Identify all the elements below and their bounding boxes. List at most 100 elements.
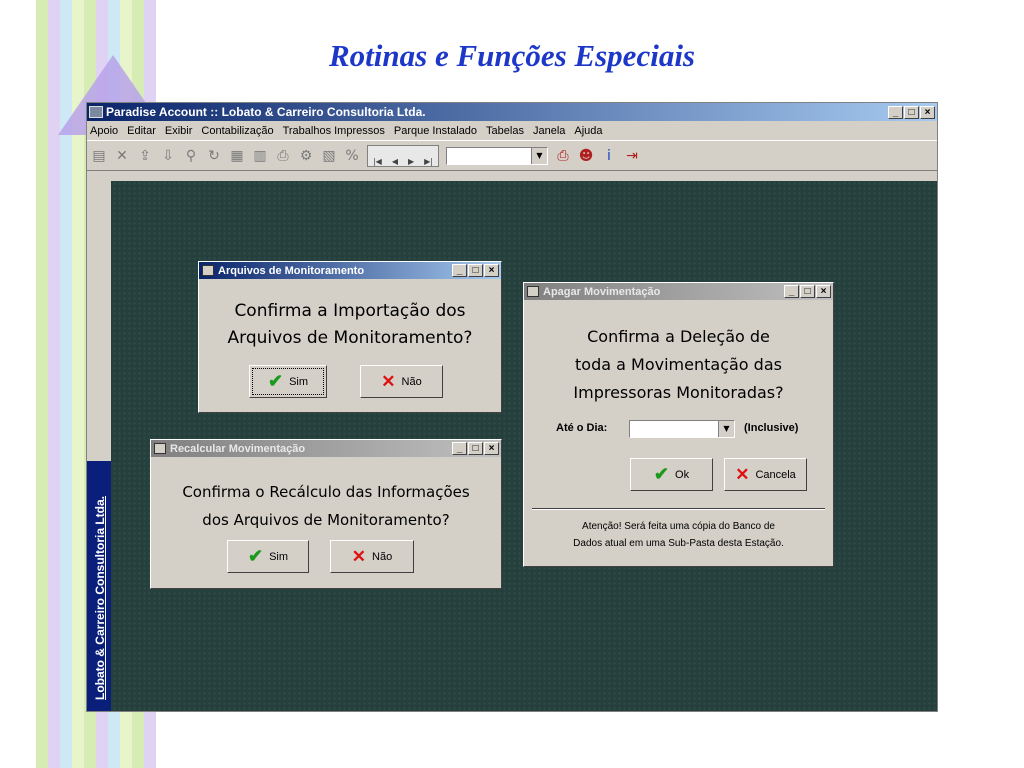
app-titlebar: Paradise Account :: Lobato & Carreiro Co…	[87, 103, 937, 121]
save-icon[interactable]: ▤	[91, 148, 107, 164]
menu-janela[interactable]: Janela	[533, 125, 565, 137]
last-record-icon[interactable]: ▶|	[424, 157, 433, 166]
chart-icon[interactable]: ▧	[321, 148, 337, 164]
close-button[interactable]: ×	[816, 285, 831, 298]
minimize-button[interactable]: _	[888, 105, 903, 119]
yes-button[interactable]: ✔ Sim	[227, 540, 309, 573]
check-icon: ✔	[267, 371, 284, 391]
no-label: Não	[401, 375, 422, 388]
message-line-1: Confirma a Deleção de	[587, 327, 770, 346]
user-icon[interactable]: ☻	[578, 148, 594, 164]
dialog-window-controls: _ □ ×	[784, 285, 833, 298]
app-title: Paradise Account :: Lobato & Carreiro Co…	[106, 105, 426, 119]
maximize-button[interactable]: □	[904, 105, 919, 119]
message-line-2: toda a Movimentação das	[575, 355, 782, 374]
menu-trabalhos-impressos[interactable]: Trabalhos Impressos	[283, 125, 385, 137]
note-line-1: Atenção! Será feita uma cópia do Banco d…	[582, 521, 775, 532]
menu-editar[interactable]: Editar	[127, 125, 156, 137]
info-icon[interactable]: i	[601, 148, 617, 164]
message-line-1: Confirma a Importação dos	[234, 301, 466, 321]
menu-bar: Apoio Editar Exibir Contabilização Traba…	[87, 121, 937, 140]
menu-exibir[interactable]: Exibir	[165, 125, 193, 137]
delete-icon[interactable]: ✕	[114, 148, 130, 164]
chevron-down-icon[interactable]: ▼	[718, 421, 734, 437]
printer-icon[interactable]: ⎙	[555, 148, 571, 164]
mdi-client-area: Lobato & Carreiro Consultoria Ltda. Arqu…	[87, 181, 937, 711]
toolbar-combo[interactable]: ▼	[446, 146, 548, 165]
x-icon: ✕	[381, 371, 396, 391]
date-select[interactable]: ▼	[629, 420, 735, 438]
exit-icon[interactable]: ⇥	[624, 148, 640, 164]
settings-icon[interactable]: ⚙	[298, 148, 314, 164]
close-button[interactable]: ×	[484, 264, 499, 277]
dialog-message: Confirma a Importação dos Arquivos de Mo…	[199, 298, 501, 352]
maximize-button[interactable]: □	[800, 285, 815, 298]
message-line-2: Arquivos de Monitoramento?	[227, 328, 473, 348]
no-button[interactable]: ✕ Não	[360, 365, 443, 398]
dialog-icon	[202, 265, 214, 276]
refresh-icon[interactable]: ↻	[206, 148, 222, 164]
dialog-titlebar: Recalcular Movimentação _ □ ×	[151, 440, 501, 457]
maximize-button[interactable]: □	[468, 442, 483, 455]
calc-icon[interactable]: ▥	[252, 148, 268, 164]
dialog-icon	[527, 286, 539, 297]
dialog-title: Arquivos de Monitoramento	[218, 264, 365, 277]
prev-record-icon[interactable]: ◀	[392, 157, 398, 166]
side-strip: Lobato & Carreiro Consultoria Ltda.	[87, 181, 111, 711]
dialog-title: Recalcular Movimentação	[170, 442, 306, 455]
dialog-recalcular-movimentacao: Recalcular Movimentação _ □ × Confirma o…	[150, 439, 502, 589]
next-record-icon[interactable]: ▶	[408, 157, 414, 166]
minimize-button[interactable]: _	[452, 442, 467, 455]
message-line-2: dos Arquivos de Monitoramento?	[202, 511, 450, 529]
menu-contabilizacao[interactable]: Contabilização	[201, 125, 273, 137]
find-icon[interactable]: ⚲	[183, 148, 199, 164]
no-button[interactable]: ✕ Não	[330, 540, 414, 573]
dialog-title: Apagar Movimentação	[543, 285, 661, 298]
menu-ajuda[interactable]: Ajuda	[574, 125, 602, 137]
menu-apoio[interactable]: Apoio	[90, 125, 118, 137]
menu-tabelas[interactable]: Tabelas	[486, 125, 524, 137]
toolbar: ▤ ✕ ⇪ ⇩ ⚲ ↻ ▦ ▥ ⎙ ⚙ ▧ % |◀ ◀ ▶ ▶| ▼ ⎙ ☻ …	[87, 140, 937, 171]
chevron-down-icon[interactable]: ▼	[531, 147, 547, 164]
ok-label: Ok	[675, 468, 690, 481]
dialog-arquivos-monitoramento: Arquivos de Monitoramento _ □ × Confirma…	[198, 261, 502, 413]
print-icon[interactable]: ⎙	[275, 148, 291, 164]
no-label: Não	[372, 550, 393, 563]
x-icon: ✕	[735, 464, 750, 484]
yes-button[interactable]: ✔ Sim	[249, 365, 327, 398]
first-record-icon[interactable]: |◀	[373, 157, 382, 166]
app-icon	[89, 106, 103, 118]
record-navigator[interactable]: |◀ ◀ ▶ ▶|	[367, 144, 439, 167]
maximize-button[interactable]: □	[468, 264, 483, 277]
cancel-button[interactable]: ✕ Cancela	[724, 458, 807, 491]
dialog-titlebar: Apagar Movimentação _ □ ×	[524, 283, 833, 300]
message-line-1: Confirma o Recálculo das Informações	[182, 483, 470, 501]
side-label: Lobato & Carreiro Consultoria Ltda.	[93, 496, 107, 701]
check-icon: ✔	[247, 546, 264, 566]
dialog-icon	[154, 443, 166, 454]
percent-icon[interactable]: %	[344, 148, 360, 164]
dialog-message: Confirma a Deleção de toda a Movimentaçã…	[524, 323, 833, 407]
close-button[interactable]: ×	[484, 442, 499, 455]
grid-icon[interactable]: ▦	[229, 148, 245, 164]
yes-label: Sim	[269, 550, 289, 563]
menu-parque-instalado[interactable]: Parque Instalado	[394, 125, 477, 137]
cancel-label: Cancela	[755, 468, 796, 481]
minimize-button[interactable]: _	[452, 264, 467, 277]
close-button[interactable]: ×	[920, 105, 935, 119]
dialog-window-controls: _ □ ×	[452, 442, 501, 455]
app-window: Paradise Account :: Lobato & Carreiro Co…	[86, 102, 938, 712]
export-icon[interactable]: ⇪	[137, 148, 153, 164]
import-icon[interactable]: ⇩	[160, 148, 176, 164]
dialog-message: Confirma o Recálculo das Informações dos…	[151, 478, 501, 534]
note-line-2: Dados atual em uma Sub-Pasta desta Estaç…	[573, 538, 784, 549]
slide-title: Rotinas e Funções Especiais	[328, 38, 695, 73]
x-icon: ✕	[351, 546, 367, 566]
dialog-apagar-movimentacao: Apagar Movimentação _ □ × Confirma a Del…	[523, 282, 834, 567]
minimize-button[interactable]: _	[784, 285, 799, 298]
dialog-titlebar: Arquivos de Monitoramento _ □ ×	[199, 262, 501, 279]
warning-note: Atenção! Será feita uma cópia do Banco d…	[524, 518, 833, 552]
yes-label: Sim	[289, 375, 309, 388]
date-label: Até o Dia:	[556, 422, 608, 434]
ok-button[interactable]: ✔ Ok	[630, 458, 713, 491]
